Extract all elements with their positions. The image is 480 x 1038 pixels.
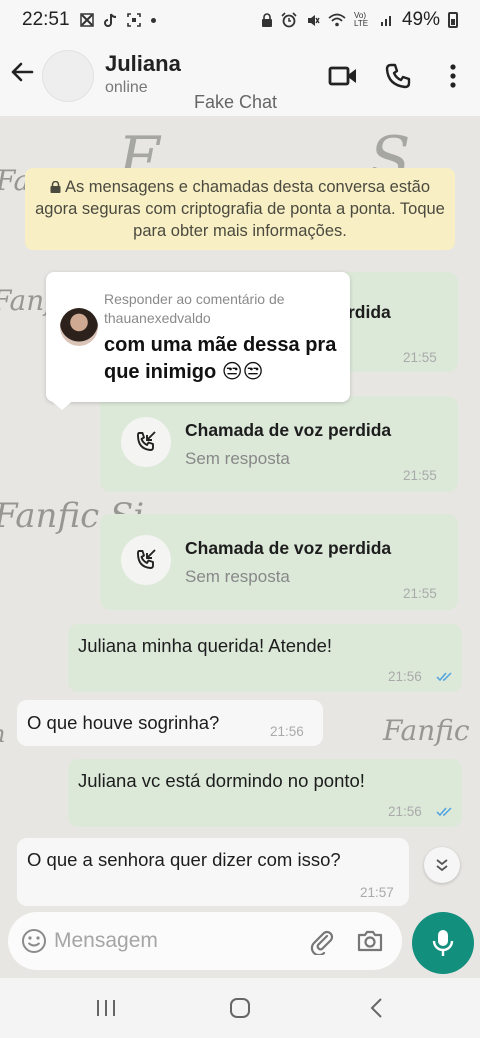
reply-comment-overlay: Responder ao comentário de thauanexedval… (46, 272, 350, 402)
scroll-to-bottom-button[interactable] (424, 847, 460, 883)
emoji-icon[interactable] (21, 928, 47, 959)
screenshot-icon (126, 13, 141, 27)
missed-call-icon (121, 417, 171, 467)
video-camera-icon (328, 66, 356, 86)
call-title: Chamada de voz perdida (185, 538, 392, 558)
recents-icon (97, 1000, 115, 1016)
recents-button[interactable] (86, 996, 126, 1020)
read-ticks-icon (436, 672, 452, 682)
back-button[interactable] (356, 996, 396, 1020)
tiktok-icon (103, 13, 116, 27)
status-time: 22:51 (22, 9, 70, 30)
kebab-menu-icon (450, 64, 456, 88)
contact-name[interactable]: Juliana (105, 51, 181, 77)
mute-icon (307, 14, 320, 26)
missed-call-bubble[interactable]: Chamada de voz perdida Sem resposta 21:5… (100, 514, 458, 610)
reply-label: Responder ao comentário de thauanexedval… (104, 291, 285, 326)
link-icon (79, 13, 94, 27)
missed-call-icon (121, 535, 171, 585)
camera-icon[interactable] (356, 927, 384, 960)
message-time: 21:56 (270, 724, 304, 739)
call-subtitle: Sem resposta (185, 567, 290, 586)
more-options-button[interactable] (437, 60, 469, 92)
message-composer (8, 912, 402, 970)
voice-call-button[interactable] (382, 60, 414, 92)
message-text: O que a senhora quer dizer com isso? (27, 849, 341, 870)
message-time: 21:57 (360, 885, 394, 900)
lock-icon (50, 181, 61, 193)
commenter-avatar (60, 308, 98, 346)
home-button[interactable] (220, 996, 260, 1020)
wifi-icon (328, 13, 346, 27)
home-icon (230, 998, 250, 1018)
back-icon (370, 998, 382, 1018)
message-text: Juliana vc está dormindo no ponto! (78, 770, 365, 791)
call-subtitle: Sem resposta (185, 449, 290, 468)
system-icons: Vo) LTE 49% (261, 9, 458, 31)
attach-icon[interactable] (308, 927, 336, 960)
outgoing-message[interactable]: Juliana vc está dormindo no ponto! 21:56 (68, 759, 462, 827)
read-ticks-icon (436, 807, 452, 817)
incoming-message[interactable]: O que a senhora quer dizer com isso? 21:… (17, 838, 409, 906)
voice-message-button[interactable] (412, 912, 474, 974)
signal-icon (380, 16, 391, 26)
message-time: 21:55 (403, 350, 437, 365)
microphone-icon (432, 930, 454, 956)
app-watermark: Fake Chat (194, 92, 278, 112)
battery-level: 49% (401, 9, 440, 30)
incoming-message[interactable]: O que houve sogrinha? 21:56 (17, 700, 323, 746)
message-time: 21:55 (403, 468, 437, 483)
outgoing-message[interactable]: Juliana minha querida! Atende! 21:56 (68, 624, 462, 692)
missed-call-bubble[interactable]: Chamada de voz perdida Sem resposta 21:5… (100, 396, 458, 492)
call-title-partial: rdida (348, 302, 391, 322)
message-time: 21:55 (403, 586, 437, 601)
message-text: O que houve sogrinha? (27, 712, 220, 733)
chat-area[interactable]: Fanfic F S Fanfic Fanfic Si Fanfic n As … (0, 116, 480, 978)
double-chevron-down-icon (436, 859, 448, 872)
contact-status: online (105, 79, 148, 96)
lock-icon (261, 12, 272, 27)
message-time: 21:56 (388, 804, 422, 819)
message-time: 21:56 (388, 669, 422, 684)
dot-icon (150, 17, 156, 23)
call-title: Chamada de voz perdida (185, 420, 392, 440)
message-input[interactable] (54, 922, 304, 960)
system-nav-bar (0, 978, 480, 1038)
phone-icon (385, 63, 411, 89)
background-watermark: Fanfic (383, 714, 470, 747)
reply-tail (48, 398, 76, 410)
reply-comment-text: com uma mãe dessa pra que inimigo 😒😒 (104, 334, 337, 383)
encryption-notice-text: As mensagens e chamadas desta conversa e… (35, 178, 445, 240)
contact-avatar[interactable] (42, 50, 94, 102)
notification-icons (79, 13, 156, 28)
back-arrow-icon[interactable] (8, 58, 36, 86)
background-watermark: n (0, 720, 5, 748)
alarm-icon (281, 12, 297, 28)
message-text: Juliana minha querida! Atende! (78, 635, 333, 656)
status-bar: 22:51 Vo) LTE 49% (0, 0, 480, 40)
battery-icon (448, 12, 458, 28)
encryption-notice[interactable]: As mensagens e chamadas desta conversa e… (25, 168, 455, 250)
chat-header: Juliana online Fake Chat (0, 40, 480, 116)
video-call-button[interactable] (327, 60, 359, 92)
volte-icon: Vo) LTE (353, 11, 369, 28)
